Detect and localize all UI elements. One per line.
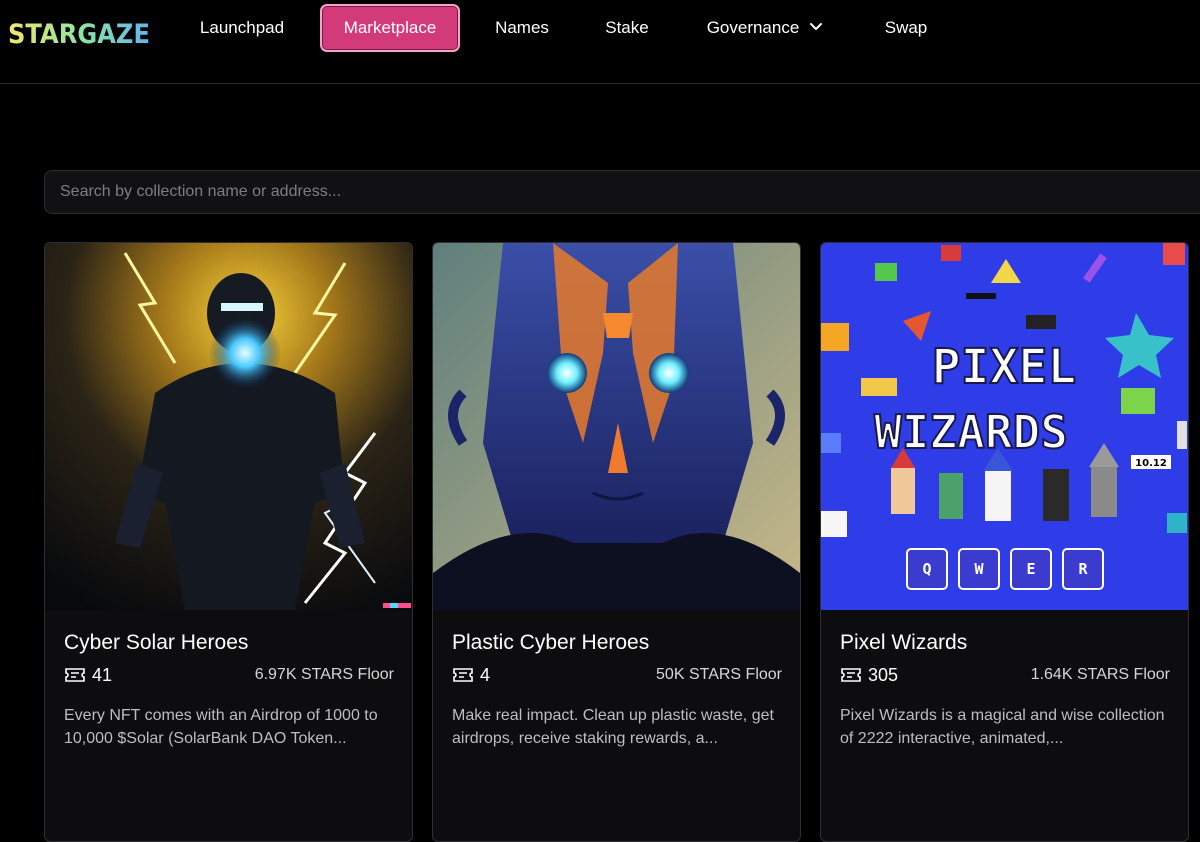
art-key-r: R (1078, 560, 1088, 578)
collection-card[interactable]: Cyber Solar Heroes 41 6.97K STARS Floor … (44, 242, 413, 842)
ticket-icon (453, 668, 473, 682)
collection-description: Every NFT comes with an Airdrop of 1000 … (64, 707, 378, 747)
collection-search-input[interactable] (44, 170, 1200, 214)
collection-item-count: 4 (452, 663, 490, 687)
collection-floor-price: 50K STARS Floor (656, 666, 782, 683)
collection-item-count: 305 (840, 663, 898, 687)
collection-count: 41 (92, 664, 113, 685)
art-key-w: W (974, 560, 984, 578)
chevron-down-icon (810, 23, 823, 31)
stargaze-logo[interactable]: STARGAZE (8, 12, 158, 52)
collection-floor-price: 1.64K STARS Floor (1030, 666, 1170, 683)
art-key-q: Q (922, 560, 931, 578)
collection-description: Make real impact. Clean up plastic waste… (452, 707, 774, 747)
nav-marketplace[interactable]: Marketplace (320, 4, 460, 52)
collection-title: Cyber Solar Heroes (64, 631, 249, 654)
collection-card[interactable]: PIXEL WIZARDS 10.12 Q W E R Pixel Wizard… (820, 242, 1189, 842)
nav-swap[interactable]: Swap (870, 4, 942, 52)
nav-governance-label: Governance (706, 18, 800, 37)
art-badge: 10.12 (1135, 458, 1167, 469)
collection-title: Plastic Cyber Heroes (452, 631, 650, 654)
top-navigation-bar: STARGAZE Launchpad Marketplace Names Sta… (0, 0, 1200, 84)
ticket-icon (841, 668, 861, 682)
svg-text:STARGAZE: STARGAZE (8, 19, 150, 50)
nav-launchpad[interactable]: Launchpad (180, 4, 304, 52)
collection-card[interactable]: Plastic Cyber Heroes 4 50K STARS Floor M… (432, 242, 801, 842)
collection-image: PIXEL WIZARDS 10.12 Q W E R (821, 243, 1188, 610)
nav-governance[interactable]: Governance (690, 4, 840, 52)
nav-names[interactable]: Names (478, 4, 566, 52)
collection-title: Pixel Wizards (840, 631, 968, 654)
ticket-icon (65, 668, 85, 682)
art-title-line1: PIXEL (932, 339, 1077, 395)
collection-item-count: 41 (64, 663, 112, 687)
collection-count: 4 (480, 664, 491, 685)
collection-image (45, 243, 412, 610)
collection-image (433, 243, 800, 610)
collection-floor-price: 6.97K STARS Floor (254, 666, 394, 683)
art-key-e: E (1026, 560, 1035, 578)
nav-stake[interactable]: Stake (588, 4, 666, 52)
collection-count: 305 (868, 664, 899, 685)
collection-description: Pixel Wizards is a magical and wise coll… (840, 707, 1165, 747)
